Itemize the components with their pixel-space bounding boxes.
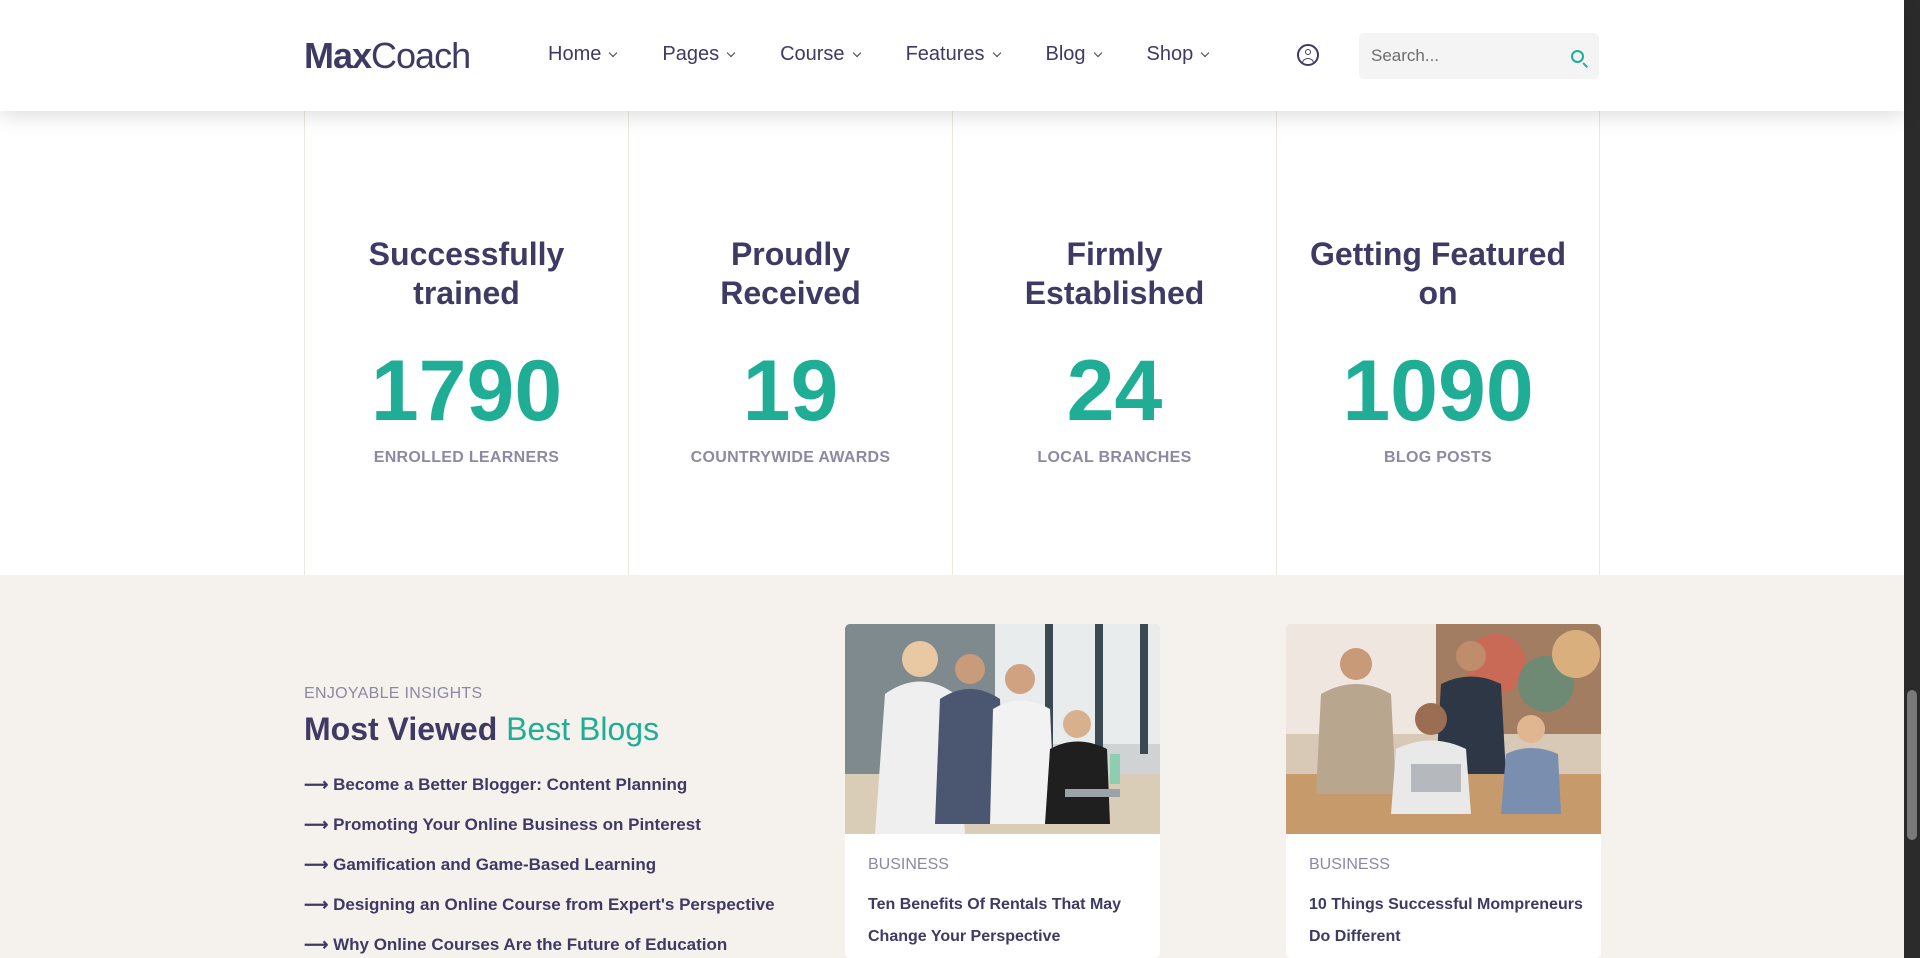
stat-number: 24 xyxy=(1066,343,1163,439)
blog-link[interactable]: ⟶ Become a Better Blogger: Content Plann… xyxy=(304,775,775,815)
nav-label: Home xyxy=(548,42,602,65)
nav-label: Features xyxy=(905,42,985,65)
stat-number: 1090 xyxy=(1342,343,1534,439)
blog-card-title[interactable]: 10 Things Successful Mompreneurs Do Diff… xyxy=(1309,889,1584,953)
stat-label: LOCAL BRANCHES xyxy=(1037,449,1192,466)
chevron-down-icon xyxy=(852,48,861,58)
chevron-down-icon xyxy=(726,48,736,58)
stat-label: COUNTRYWIDE AWARDS xyxy=(690,449,891,466)
search-button[interactable] xyxy=(1555,33,1599,79)
section-eyebrow: ENJOYABLE INSIGHTS xyxy=(304,685,483,702)
nav-item-course[interactable]: Course xyxy=(780,40,861,68)
blog-card[interactable]: BUSINESS 10 Things Successful Mompreneur… xyxy=(1286,624,1601,958)
team-laptop-photo xyxy=(1286,624,1601,834)
chevron-down-icon xyxy=(1093,48,1102,58)
stat-item: Successfully trained 1790 ENROLLED LEARN… xyxy=(304,111,628,575)
nav-item-home[interactable]: Home xyxy=(548,40,618,68)
blog-card-image[interactable] xyxy=(845,624,1160,834)
stat-item: Proudly Received 19 COUNTRYWIDE AWARDS xyxy=(628,111,952,575)
blog-card-tag[interactable]: BUSINESS xyxy=(868,856,949,874)
nav-label: Blog xyxy=(1045,42,1086,65)
search-icon xyxy=(1570,49,1584,63)
stat-heading: Firmly Established xyxy=(1024,236,1205,311)
title-main: Most Viewed xyxy=(304,711,498,747)
blog-link[interactable]: ⟶ Why Online Courses Are the Future of E… xyxy=(304,935,775,958)
stat-number: 19 xyxy=(742,343,839,439)
stat-label: ENROLLED LEARNERS xyxy=(373,449,560,466)
page-scrollbar[interactable] xyxy=(1904,0,1920,958)
site-logo[interactable]: MaxCoach xyxy=(304,35,471,76)
nav-label: Shop xyxy=(1146,42,1194,65)
blog-card-tag[interactable]: BUSINESS xyxy=(1309,856,1390,874)
scrollbar-thumb[interactable] xyxy=(1907,690,1917,840)
stat-label: BLOG POSTS xyxy=(1384,449,1492,466)
user-body-shape xyxy=(1302,58,1314,64)
user-head-shape xyxy=(1305,49,1311,55)
nav-item-features[interactable]: Features xyxy=(905,40,1001,68)
blog-link[interactable]: ⟶ Promoting Your Online Business on Pint… xyxy=(304,815,775,855)
office-team-photo xyxy=(845,624,1160,834)
chevron-down-icon xyxy=(609,48,618,58)
blog-link-list: ⟶ Become a Better Blogger: Content Plann… xyxy=(304,775,775,958)
nav-item-shop[interactable]: Shop xyxy=(1146,40,1210,68)
nav-label: Pages xyxy=(662,42,720,65)
stat-number: 1790 xyxy=(370,343,563,439)
chevron-down-icon xyxy=(1201,48,1210,58)
nav-item-pages[interactable]: Pages xyxy=(662,40,736,68)
stats-section: Successfully trained 1790 ENROLLED LEARN… xyxy=(304,111,1600,575)
blog-link[interactable]: ⟶ Designing an Online Course from Expert… xyxy=(304,895,775,935)
stat-heading: Successfully trained xyxy=(368,236,565,311)
stat-heading: Getting Featured on xyxy=(1309,236,1566,311)
blog-section: ENJOYABLE INSIGHTS Most Viewed Best Blog… xyxy=(0,575,1904,958)
nav-item-blog[interactable]: Blog xyxy=(1045,40,1102,68)
blog-card-image[interactable] xyxy=(1286,624,1601,834)
section-title: Most Viewed Best Blogs xyxy=(304,711,659,748)
user-account-icon[interactable] xyxy=(1297,44,1319,66)
blog-card-title[interactable]: Ten Benefits Of Rentals That May Change … xyxy=(868,889,1143,953)
site-header: MaxCoach Home Pages Course Features Blog… xyxy=(0,0,1904,111)
search-box xyxy=(1359,33,1599,79)
blog-card[interactable]: BUSINESS Ten Benefits Of Rentals That Ma… xyxy=(845,624,1160,958)
logo-part-coach: Coach xyxy=(371,35,471,76)
blog-link[interactable]: ⟶ Gamification and Game-Based Learning xyxy=(304,855,775,895)
logo-part-max: Max xyxy=(304,35,372,76)
title-accent: Best Blogs xyxy=(506,711,660,747)
stat-item: Getting Featured on 1090 BLOG POSTS xyxy=(1276,111,1600,575)
main-nav: Home Pages Course Features Blog Shop xyxy=(548,40,1254,68)
stat-item: Firmly Established 24 LOCAL BRANCHES xyxy=(952,111,1276,575)
stat-heading: Proudly Received xyxy=(720,236,861,311)
nav-label: Course xyxy=(780,42,845,65)
chevron-down-icon xyxy=(992,48,1001,58)
search-input[interactable] xyxy=(1359,33,1549,79)
